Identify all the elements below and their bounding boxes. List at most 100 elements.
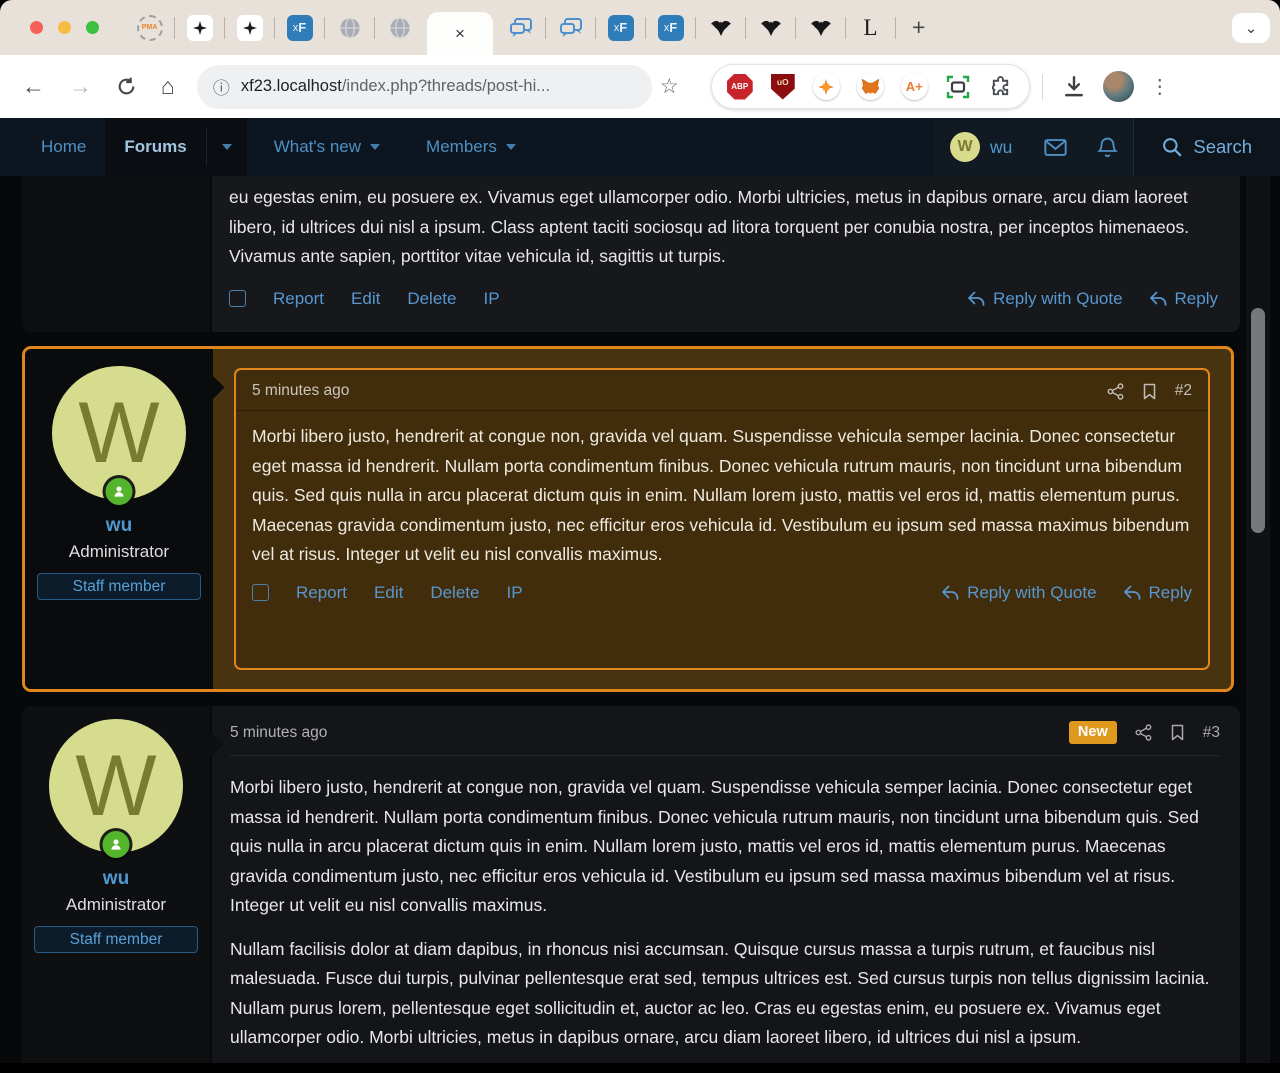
- tab-wu-1[interactable]: [707, 14, 734, 41]
- globe-icon: [339, 17, 361, 39]
- pinned-tab-globe-2[interactable]: [386, 14, 413, 41]
- tab-xenforo-3[interactable]: xF: [657, 14, 684, 41]
- forward-button[interactable]: →: [69, 75, 92, 98]
- tab-separator: [895, 17, 896, 39]
- xenforo-icon: xF: [287, 15, 313, 41]
- ublock-origin-icon[interactable]: uO: [770, 74, 796, 100]
- post-2-message-box: 5 minutes ago #2 Morbi libero justo, hen…: [234, 368, 1210, 670]
- tab-forum-chat-1[interactable]: [507, 14, 534, 41]
- pinned-tab-phpmyadmin[interactable]: PMA: [136, 14, 163, 41]
- aplus-extension-icon[interactable]: A+: [901, 73, 928, 100]
- post-number[interactable]: #3: [1203, 724, 1220, 742]
- avatar[interactable]: W: [52, 366, 186, 500]
- tab-overflow-button[interactable]: ⌄: [1232, 13, 1270, 43]
- adblock-plus-icon[interactable]: ABP: [727, 74, 753, 100]
- post-number[interactable]: #2: [1175, 382, 1192, 400]
- reply-with-quote-link[interactable]: Reply with Quote: [941, 583, 1096, 603]
- url-path: /index.php?threads/post-hi...: [342, 77, 550, 95]
- author-name[interactable]: wu: [25, 515, 213, 537]
- url-host: xf23.localhost: [241, 77, 342, 95]
- select-post-checkbox[interactable]: [229, 290, 246, 307]
- browser-menu-icon[interactable]: ⋮: [1150, 74, 1170, 99]
- pinned-tab-chatgpt-2[interactable]: [236, 14, 263, 41]
- reply-link[interactable]: Reply: [1123, 583, 1192, 603]
- downloads-button[interactable]: [1061, 74, 1087, 100]
- pinned-tab-chatgpt-1[interactable]: [186, 14, 213, 41]
- tab-wu-3[interactable]: [807, 14, 834, 41]
- tab-separator: [224, 17, 225, 39]
- page-scrollbar[interactable]: [1246, 176, 1270, 1063]
- close-tab-icon[interactable]: ×: [455, 25, 465, 42]
- close-window-button[interactable]: [30, 21, 43, 34]
- report-link[interactable]: Report: [296, 583, 347, 603]
- tab-letter-l[interactable]: L: [857, 14, 884, 41]
- post-timestamp[interactable]: 5 minutes ago: [230, 724, 327, 742]
- envelope-icon: [1044, 138, 1067, 157]
- user-avatar: W: [950, 132, 980, 162]
- browser-tab-strip: PMA xF: [0, 0, 1280, 55]
- post-timestamp[interactable]: 5 minutes ago: [252, 382, 349, 400]
- reply-icon: [967, 291, 985, 307]
- edit-link[interactable]: Edit: [374, 583, 403, 603]
- toolbar-separator: [1042, 74, 1043, 100]
- alerts-button[interactable]: [1082, 118, 1133, 176]
- delete-link[interactable]: Delete: [430, 583, 479, 603]
- chatgpt-icon: [237, 15, 263, 41]
- screenshot-tool-icon[interactable]: [945, 74, 971, 100]
- edit-link[interactable]: Edit: [351, 289, 380, 309]
- nav-item-whats-new[interactable]: What's new: [255, 118, 399, 176]
- author-name[interactable]: wu: [22, 868, 210, 890]
- author-role: Administrator: [25, 542, 213, 562]
- share-icon[interactable]: [1135, 724, 1152, 741]
- browser-profile-avatar[interactable]: [1103, 71, 1134, 102]
- tab-separator: [545, 17, 546, 39]
- forum-chat-icon: [509, 17, 533, 39]
- forums-menu-button[interactable]: [207, 118, 247, 176]
- online-status-icon: [103, 831, 130, 858]
- home-button[interactable]: ⌂: [161, 75, 175, 98]
- ip-link[interactable]: IP: [483, 289, 499, 309]
- extensions-puzzle-icon[interactable]: [988, 74, 1014, 100]
- account-menu[interactable]: W wu: [933, 118, 1029, 176]
- post-footer: Report Edit Delete IP Reply with Quote: [229, 289, 1218, 309]
- reply-link[interactable]: Reply: [1149, 289, 1218, 309]
- reply-icon: [941, 585, 959, 601]
- tab-forum-chat-2[interactable]: [557, 14, 584, 41]
- spark-extension-icon[interactable]: [813, 73, 840, 100]
- nav-item-home[interactable]: Home: [22, 118, 105, 176]
- nav-item-members[interactable]: Members: [407, 118, 535, 176]
- search-button[interactable]: Search: [1133, 118, 1280, 176]
- tab-xenforo-2[interactable]: xF: [607, 14, 634, 41]
- post-paragraph: Nullam facilisis dolor at diam dapibus, …: [230, 935, 1220, 1053]
- ip-link[interactable]: IP: [506, 583, 522, 603]
- browser-window: PMA xF: [0, 0, 1280, 1073]
- select-post-checkbox[interactable]: [252, 584, 269, 601]
- metamask-icon[interactable]: [857, 73, 884, 100]
- report-link[interactable]: Report: [273, 289, 324, 309]
- avatar[interactable]: W: [49, 719, 183, 853]
- new-tab-button[interactable]: +: [912, 16, 925, 39]
- back-button[interactable]: ←: [22, 75, 45, 98]
- bookmark-icon[interactable]: [1142, 383, 1157, 400]
- pinned-tab-xenforo-1[interactable]: xF: [286, 14, 313, 41]
- active-tab[interactable]: ×: [427, 12, 493, 55]
- post-body: eu egestas enim, eu posuere ex. Vivamus …: [229, 183, 1218, 272]
- nav-item-forums[interactable]: Forums: [105, 118, 205, 176]
- reply-with-quote-link[interactable]: Reply with Quote: [967, 289, 1122, 309]
- address-bar[interactable]: ⓘ xf23.localhost/index.php?threads/post-…: [197, 65, 652, 109]
- post-body: Morbi libero justo, hendrerit at congue …: [236, 411, 1208, 570]
- tab-wu-2[interactable]: [757, 14, 784, 41]
- bookmark-star-icon[interactable]: ☆: [660, 74, 679, 99]
- bookmark-icon[interactable]: [1170, 724, 1185, 741]
- conversations-button[interactable]: [1029, 118, 1082, 176]
- delete-link[interactable]: Delete: [407, 289, 456, 309]
- site-info-icon[interactable]: ⓘ: [213, 74, 230, 99]
- search-icon: [1162, 137, 1182, 157]
- maximize-window-button[interactable]: [86, 21, 99, 34]
- pinned-tab-globe-1[interactable]: [336, 14, 363, 41]
- scrollbar-thumb[interactable]: [1251, 308, 1265, 533]
- reload-button[interactable]: [116, 76, 137, 97]
- share-icon[interactable]: [1107, 383, 1124, 400]
- chevron-down-icon: [370, 144, 380, 150]
- minimize-window-button[interactable]: [58, 21, 71, 34]
